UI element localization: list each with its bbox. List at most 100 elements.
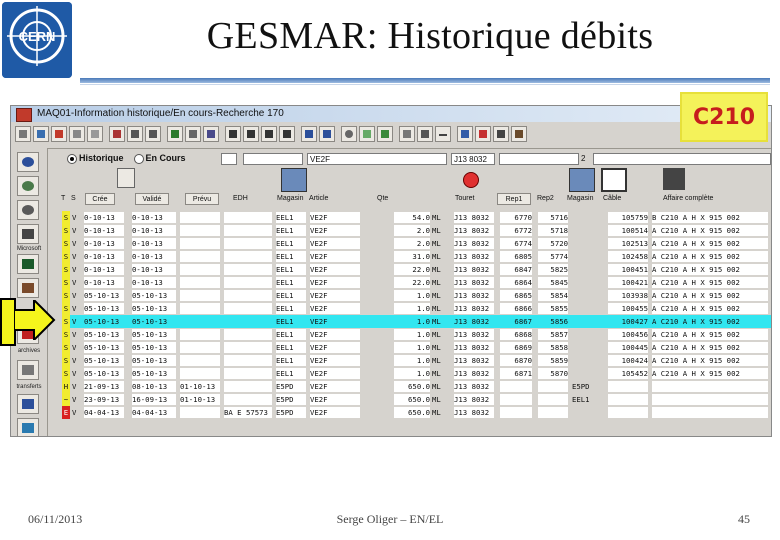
cell-aff: A C210 A H X 915 002 — [652, 330, 740, 339]
table-row[interactable]: S V 05-10-13 05-10-13 EEL1 VE2F 1.0 ML J13 8032 6… — [54, 341, 771, 354]
filter-icon[interactable] — [185, 126, 201, 142]
en-cours-radio[interactable] — [133, 153, 144, 164]
table-row[interactable]: S V 0-10-13 0-10-13 EEL1 VE2F 31.0 ML J13 8032 68… — [54, 250, 771, 263]
col-rep1-header[interactable]: Rep1 — [497, 193, 531, 205]
window-icon[interactable] — [601, 168, 627, 192]
save-icon[interactable] — [33, 126, 49, 142]
zoom-icon[interactable] — [17, 200, 39, 220]
cell-cable: 100455 — [621, 304, 648, 313]
paste-icon[interactable] — [87, 126, 103, 142]
col-touret-header: Touret — [455, 195, 475, 202]
cell-s: V — [72, 226, 77, 235]
sort-icon[interactable] — [167, 126, 183, 142]
cell-t: S — [62, 224, 70, 237]
undo-icon[interactable] — [127, 126, 143, 142]
barrel-icon[interactable] — [17, 278, 39, 298]
cell-background — [224, 238, 272, 249]
cell-u: ML — [432, 304, 441, 313]
filter-field-3[interactable] — [499, 153, 579, 165]
filter-field-2[interactable] — [243, 153, 303, 165]
filter-field-4[interactable] — [593, 153, 771, 165]
first-record-icon[interactable] — [225, 126, 241, 142]
touret-filter-field[interactable]: J13 8032 — [451, 153, 495, 165]
table-row[interactable]: S V 05-10-13 05-10-13 EEL1 VE2F 1.0 ML J13 8032 6… — [54, 302, 771, 315]
delete-icon[interactable] — [51, 126, 67, 142]
cell-t: S — [62, 367, 70, 380]
table-row[interactable]: H V 21-09-13 08-10-13 01-10-13 E5PD VE2F 650.0 M… — [54, 380, 771, 393]
cell-background — [608, 381, 648, 392]
filter-field-1[interactable] — [221, 153, 237, 165]
sort-up-icon[interactable] — [319, 126, 335, 142]
cell-cree: 05-10-13 — [84, 356, 120, 365]
table-row[interactable]: S V 05-10-13 05-10-13 EEL1 VE2F 1.0 ML J13 8032 6… — [54, 354, 771, 367]
scissors-icon[interactable] — [17, 224, 39, 244]
cell-cable: 102458 — [621, 252, 648, 261]
table-row[interactable]: S V 0-10-13 0-10-13 EEL1 VE2F 22.0 ML J13 8032 68… — [54, 263, 771, 276]
article-filter-field[interactable]: VE2F — [307, 153, 447, 165]
col-valide-header[interactable]: Validé — [135, 193, 169, 205]
table-row[interactable]: S V 0-10-13 0-10-13 EEL1 VE2F 2.0 ML J13 8032 677… — [54, 237, 771, 250]
door-icon[interactable] — [511, 126, 527, 142]
copy-icon[interactable] — [69, 126, 85, 142]
table-row[interactable]: S V 0-10-13 0-10-13 EEL1 VE2F 2.0 ML J13 8032 677… — [54, 224, 771, 237]
cell-u: ML — [432, 330, 441, 339]
excel-icon[interactable] — [17, 254, 39, 274]
cell-valide: 05-10-13 — [132, 356, 168, 365]
cell-cable: 100427 — [621, 317, 648, 326]
table-row[interactable]: S V 0-10-13 0-10-13 EEL1 VE2F 22.0 ML J13 8032 68… — [54, 276, 771, 289]
en-cours-label: En Cours — [145, 153, 186, 163]
cut-icon[interactable] — [109, 126, 125, 142]
warehouse-icon[interactable] — [281, 168, 307, 192]
cell-rep2: 5720 — [550, 239, 568, 248]
help-icon[interactable] — [457, 126, 473, 142]
search-icon[interactable] — [17, 176, 39, 196]
cell-valide: 05-10-13 — [132, 317, 168, 326]
table-row[interactable]: S V 05-10-13 05-10-13 EEL1 VE2F 1.0 ML J13 8032 6… — [54, 289, 771, 302]
warehouse-icon-2[interactable] — [569, 168, 595, 192]
calculator-icon[interactable] — [663, 168, 685, 190]
cable-reel-icon[interactable] — [463, 172, 479, 188]
table-row[interactable]: S V 05-10-13 05-10-13 EEL1 VE2F 1.0 ML J13 8032 6… — [54, 367, 771, 380]
cell-background — [224, 251, 272, 262]
box-icon[interactable] — [17, 360, 39, 380]
sort-down-icon[interactable] — [301, 126, 317, 142]
cell-prevu: 01-10-13 — [180, 395, 216, 404]
cell-qte: 2.0 — [416, 239, 430, 248]
print-icon[interactable] — [15, 126, 31, 142]
table-row[interactable]: E V 04-04-13 04-04-13 BA E 57573 E5PD VE2F 650.… — [54, 406, 771, 419]
cell-qte: 650.0 — [408, 382, 430, 391]
cell-valide: 05-10-13 — [132, 291, 168, 300]
cern-logo: CERN — [2, 2, 72, 78]
cell-cree: 21-09-13 — [84, 382, 120, 391]
cell-valide: 0-10-13 — [132, 226, 163, 235]
historique-radio[interactable] — [67, 153, 77, 164]
table-row-selected[interactable]: S V 05-10-13 05-10-13 EEL1 VE2F 1.0 ML J13 8032 6… — [54, 315, 771, 328]
transfer-icon[interactable] — [17, 394, 39, 414]
bus-icon[interactable] — [17, 418, 39, 436]
tools-icon[interactable] — [399, 126, 415, 142]
calculator-icon[interactable] — [417, 126, 433, 142]
cell-tour: J13 8032 — [454, 369, 490, 378]
calendar-icon[interactable] — [117, 168, 135, 188]
info-icon[interactable] — [475, 126, 491, 142]
table-row[interactable]: S V 05-10-13 05-10-13 EEL1 VE2F 1.0 ML J13 8032 6… — [54, 328, 771, 341]
cell-t: ~ — [62, 393, 70, 406]
last-record-icon[interactable] — [279, 126, 295, 142]
col-cree-header[interactable]: Crée — [85, 193, 115, 205]
cell-art: VE2F — [310, 265, 328, 274]
col-prevu-header[interactable]: Prévu — [185, 193, 219, 205]
find-icon[interactable] — [359, 126, 375, 142]
minus-icon[interactable] — [435, 126, 451, 142]
next-record-icon[interactable] — [261, 126, 277, 142]
cell-art: VE2F — [310, 343, 328, 352]
redo-icon[interactable] — [145, 126, 161, 142]
list-icon[interactable] — [203, 126, 219, 142]
cell-u: ML — [432, 369, 441, 378]
spreadsheet-icon[interactable] — [377, 126, 393, 142]
exit-icon[interactable] — [493, 126, 509, 142]
table-row[interactable]: ~ V 23-09-13 16-09-13 01-10-13 E5PD VE2F 650.0 M… — [54, 393, 771, 406]
prev-record-icon[interactable] — [243, 126, 259, 142]
search-icon[interactable] — [341, 126, 357, 142]
table-row[interactable]: S V 0-10-13 0-10-13 EEL1 VE2F 54.0 ML J13 8032 67… — [54, 211, 771, 224]
info-icon[interactable] — [17, 152, 39, 172]
